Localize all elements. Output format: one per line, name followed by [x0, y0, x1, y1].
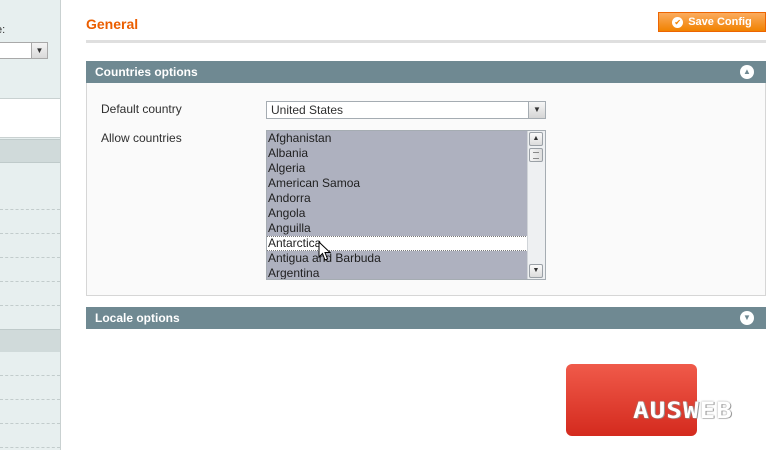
watermark-logo-text: AUSWEB [633, 398, 733, 424]
sidebar-item[interactable] [0, 400, 60, 424]
chevron-down-icon: ▼ [31, 43, 47, 58]
left-sidebar: e: ▼ [0, 0, 61, 450]
multiselect-scrollbar[interactable]: ▲ ▼ [527, 131, 545, 279]
country-option[interactable]: Anguilla [267, 221, 528, 236]
country-option[interactable]: Algeria [267, 161, 528, 176]
country-option[interactable]: Antigua and Barbuda [267, 251, 528, 266]
save-config-button[interactable]: ✔ Save Config [658, 12, 766, 32]
title-divider [86, 40, 766, 43]
scroll-down-icon[interactable]: ▼ [529, 264, 543, 278]
save-config-label: Save Config [688, 16, 752, 28]
default-country-label: Default country [101, 102, 182, 116]
scope-label: e: [0, 24, 6, 36]
default-country-select[interactable]: United States ▼ [266, 101, 546, 119]
sidebar-item[interactable] [0, 282, 60, 306]
allow-countries-label: Allow countries [101, 131, 182, 145]
scope-select[interactable]: ▼ [0, 42, 48, 59]
default-country-value: United States [271, 103, 344, 117]
scroll-up-icon[interactable]: ▲ [529, 132, 543, 146]
locale-options-title: Locale options [95, 311, 180, 325]
mouse-cursor-icon [318, 241, 332, 261]
countries-options-title: Countries options [95, 65, 198, 79]
sidebar-item[interactable] [0, 424, 60, 448]
country-options-list: Afghanistan Albania Algeria American Sam… [267, 131, 528, 279]
sidebar-panel [0, 98, 60, 138]
sidebar-section-header[interactable] [0, 139, 60, 163]
sidebar-item[interactable] [0, 352, 60, 376]
scroll-thumb[interactable] [529, 148, 543, 162]
country-option[interactable]: Angola [267, 206, 528, 221]
expand-icon[interactable]: ▼ [740, 311, 754, 325]
country-option[interactable]: Afghanistan [267, 131, 528, 146]
allow-countries-multiselect[interactable]: Afghanistan Albania Algeria American Sam… [266, 130, 546, 280]
sidebar-item[interactable] [0, 234, 60, 258]
sidebar-item[interactable] [0, 376, 60, 400]
country-option[interactable]: Albania [267, 146, 528, 161]
collapse-icon[interactable]: ▲ [740, 65, 754, 79]
country-option[interactable]: American Samoa [267, 176, 528, 191]
sidebar-item[interactable] [0, 186, 60, 210]
sidebar-section-header[interactable] [0, 329, 60, 353]
sidebar-item[interactable] [0, 210, 60, 234]
chevron-down-icon: ▼ [528, 102, 545, 118]
country-option[interactable]: Andorra [267, 191, 528, 206]
country-option-hovered[interactable]: Antarctica [267, 236, 528, 251]
sidebar-item[interactable] [0, 258, 60, 282]
locale-options-header[interactable]: Locale options ▼ [86, 307, 766, 329]
countries-options-header[interactable]: Countries options ▲ [86, 61, 766, 83]
check-icon: ✔ [672, 16, 684, 28]
page-title: General [86, 16, 139, 32]
country-option[interactable]: Argentina [267, 266, 528, 279]
